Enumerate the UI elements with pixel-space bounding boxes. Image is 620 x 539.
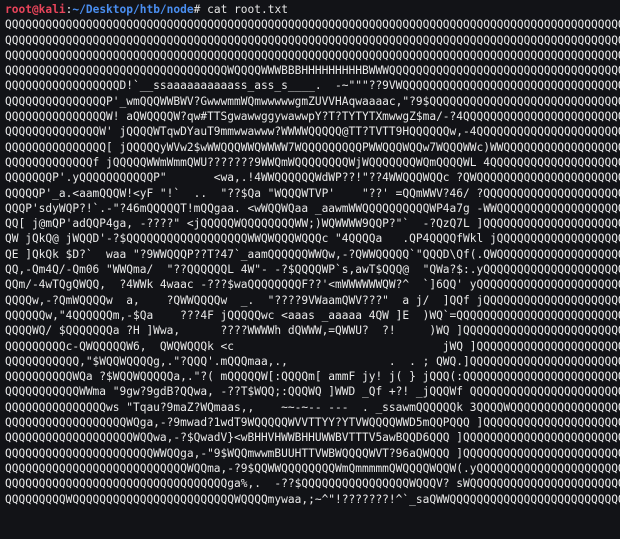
prompt-path: ~/Desktop/htb/node	[72, 3, 194, 16]
output-line: QQQQQQQQQQQQQQQP'_wmQQQWWBWV?GwwwmmWQmww…	[5, 94, 620, 108]
output-line: QQQQw,-?QmWQQQQw a, ?QWWQQQQw _. "????9V…	[5, 293, 620, 307]
output-line: QE ]QkQk $D?` waa "?9WWQQQP??T?47`_aamQQ…	[5, 247, 620, 261]
output-line: QQQQWQ/ $QQQQQQQa ?H ]Wwa, ????WWWWh dQW…	[5, 324, 620, 338]
output-line: QQm/-4wTQgQWQQ, ?4WWk 4waac -???$waQQQQQ…	[5, 278, 620, 292]
output-line: QQQQQQQQQQQQQf jQQQQQWWmWmmQWU???????9WW…	[5, 155, 620, 169]
output-line: QQQQQQQQQQQ,"$WQQWQQQQg,."?QQQ'.mQQQmaa,…	[5, 354, 620, 368]
output-line: QQQQQQQQQQQQQQQws "Tqau?9maZ?WQmaas,, ~~…	[5, 400, 620, 414]
output-line: QQQQQQQQQQQQQQQQQQQWQQwa,-?$QwadV}<wBHHV…	[5, 431, 620, 445]
output-line: QQQP'sdyWQP?!`.-"?46mQQQQQT!mQQgaa. <wWQ…	[5, 201, 620, 215]
output-line: QQQQQP'_a.<aamQQQW!<yF "!` .. "??$Qa "WQ…	[5, 186, 620, 200]
ascii-art-output: QQQQQQQQQQQQQQQQQQQQQQQQQQQQQQQQQQQQQQQQ…	[5, 17, 620, 507]
output-line: QQQQQQQQQQQQQQQQQQWQga,-?9mwad?1wdT9WQQQ…	[5, 416, 620, 430]
output-line: QQQQQQQQQQQQQQQQQQQQQQQQQQQQQQQQQQQQQQQQ…	[5, 18, 620, 32]
prompt-user-host: root@kali	[5, 3, 66, 16]
output-line: QQQQQQQQQQQWWma "9gw?9gdB?QQwa, -??T$WQQ…	[5, 385, 620, 399]
output-line: QQQQQQQQQQQQQQQQQD!`__ssaaaaaaaaaass_ass…	[5, 79, 620, 93]
output-line: QQQQQQQQQQQQQQQQQQQQQQQQQQQQQQQQQQQQQQQQ…	[5, 48, 620, 62]
output-line: QQQQQQQQQQQQQQQQQQQQQQQQQQQQQQQQQWQQQQWW…	[5, 64, 620, 78]
terminal-window[interactable]: root@kali:~/Desktop/htb/node# cat root.t…	[0, 0, 620, 539]
output-line: QQQQQQQQQQQQQQQQQQQQQQQQQQQWQQma,-?9$QQW…	[5, 461, 620, 475]
prompt-command: cat root.txt	[200, 3, 288, 16]
output-line: QW jQkQ@ jWQQD'-?$QQQQQQQQQQQQQQQQQQWWQW…	[5, 232, 620, 246]
output-line: QQQQQQQQQQQQQQQQQQQQQQQQQQQQQQQQQQQQQQQQ…	[5, 33, 620, 47]
output-line: QQQQQQQQQc-QWQQQQQW6, QWQWQQQk <c jWQ ]Q…	[5, 339, 620, 353]
output-line: QQQQQQQQQWQQQQQQQQQQQQQQQQQQQQQQQQWQQQQm…	[5, 492, 620, 506]
output-line: QQQQQQQQQQWQa ?$WQQWQQQQQa,."?( mQQQQQW[…	[5, 370, 620, 384]
output-line: QQQQQQQP'.yQQQQQQQQQQQP" <wa,.!4WWQQQQQQ…	[5, 171, 620, 185]
output-line: QQQQQQQQQQQQQQQQQQQQQQQQQQQQQQQQQga%,. -…	[5, 477, 620, 491]
shell-prompt-line: root@kali:~/Desktop/htb/node# cat root.t…	[5, 2, 620, 17]
output-line: QQ[ j@mQP'adQQP4ga, -????" <jQQQQQWQQQQQ…	[5, 217, 620, 231]
output-line: QQQQQQQQQQQQQQQQQQQQQQWWQQga,-"9$WQQmwwm…	[5, 446, 620, 460]
output-line: QQ,-Qm4Q/-Qm06 "WWQma/ "??QQQQQQL 4W"- -…	[5, 263, 620, 277]
output-line: QQQQQQQQQQQQQQQ[ jQQQQQyWVw2$wWWQQQWWQWW…	[5, 140, 620, 154]
output-line: QQQQQQQQQQQQQQW' jQQQQWTqwDYauT9mmwwawww…	[5, 125, 620, 139]
output-line: QQQQQQQQQQQQQQQW! aQWQQQQW?qw#TTSgwawwgg…	[5, 110, 620, 124]
output-line: QQQQQQw,"4QQQQQQm,-$Qa ???4F jQQQQQwc <a…	[5, 308, 620, 322]
